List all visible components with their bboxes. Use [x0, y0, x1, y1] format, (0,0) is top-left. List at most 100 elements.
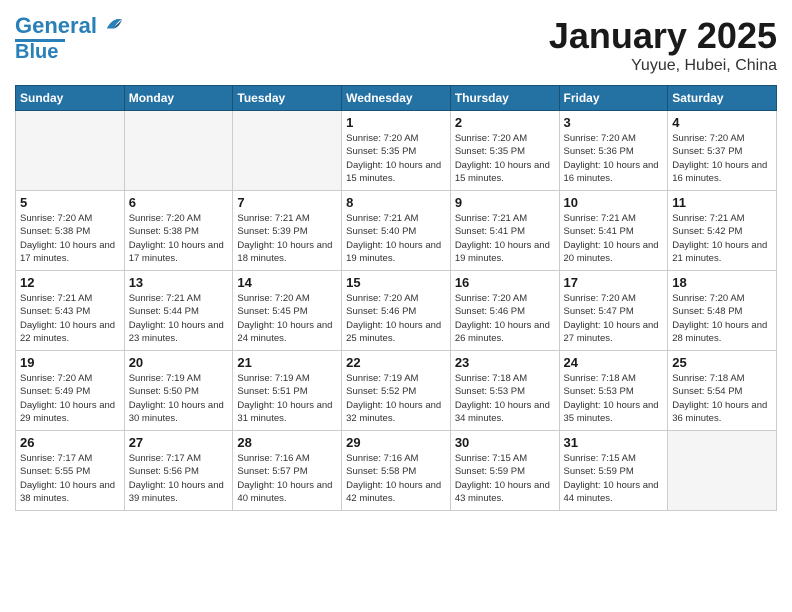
day-number: 10: [564, 195, 664, 210]
logo-text: General: [15, 15, 123, 37]
day-info: Sunrise: 7:20 AMSunset: 5:46 PMDaylight:…: [346, 292, 446, 345]
calendar-table: SundayMondayTuesdayWednesdayThursdayFrid…: [15, 85, 777, 511]
week-row-3: 12 Sunrise: 7:21 AMSunset: 5:43 PMDayligh…: [16, 271, 777, 351]
day-number: 3: [564, 115, 664, 130]
day-info: Sunrise: 7:21 AMSunset: 5:40 PMDaylight:…: [346, 212, 446, 265]
day-number: 29: [346, 435, 446, 450]
day-number: 20: [129, 355, 229, 370]
calendar-title: January 2025: [549, 15, 777, 57]
day-info: Sunrise: 7:21 AMSunset: 5:41 PMDaylight:…: [564, 212, 664, 265]
calendar-cell: [233, 111, 342, 191]
logo-blue-text: Blue: [15, 42, 58, 62]
header: General Blue January 2025 Yuyue, Hubei, …: [15, 15, 777, 75]
day-info: Sunrise: 7:20 AMSunset: 5:35 PMDaylight:…: [455, 132, 555, 185]
day-info: Sunrise: 7:18 AMSunset: 5:53 PMDaylight:…: [455, 372, 555, 425]
day-info: Sunrise: 7:20 AMSunset: 5:47 PMDaylight:…: [564, 292, 664, 345]
week-row-2: 5 Sunrise: 7:20 AMSunset: 5:38 PMDaylight…: [16, 191, 777, 271]
day-number: 2: [455, 115, 555, 130]
calendar-subtitle: Yuyue, Hubei, China: [549, 57, 777, 75]
calendar-header-row: SundayMondayTuesdayWednesdayThursdayFrid…: [16, 86, 777, 111]
logo-line1: General: [15, 15, 123, 37]
calendar-cell: 30 Sunrise: 7:15 AMSunset: 5:59 PMDayligh…: [450, 431, 559, 511]
day-info: Sunrise: 7:20 AMSunset: 5:38 PMDaylight:…: [129, 212, 229, 265]
day-number: 12: [20, 275, 120, 290]
header-tuesday: Tuesday: [233, 86, 342, 111]
day-info: Sunrise: 7:19 AMSunset: 5:50 PMDaylight:…: [129, 372, 229, 425]
day-info: Sunrise: 7:20 AMSunset: 5:46 PMDaylight:…: [455, 292, 555, 345]
calendar-cell: 19Sunrise: 7:20 AMSunset: 5:49 PMDayligh…: [16, 351, 125, 431]
day-number: 16: [455, 275, 555, 290]
day-number: 8: [346, 195, 446, 210]
calendar-cell: [16, 111, 125, 191]
day-info: Sunrise: 7:18 AMSunset: 5:53 PMDaylight:…: [564, 372, 664, 425]
day-info: Sunrise: 7:20 AMSunset: 5:37 PMDaylight:…: [672, 132, 772, 185]
day-number: 22: [346, 355, 446, 370]
calendar-cell: 1Sunrise: 7:20 AMSunset: 5:35 PMDaylight…: [342, 111, 451, 191]
title-block: January 2025 Yuyue, Hubei, China: [549, 15, 777, 75]
calendar-cell: 26 Sunrise: 7:17 AMSunset: 5:55 PMDayligh…: [16, 431, 125, 511]
day-number: 27: [129, 435, 229, 450]
day-number: 11: [672, 195, 772, 210]
day-number: 6: [129, 195, 229, 210]
page: General Blue January 2025 Yuyue, Hubei, …: [0, 0, 792, 612]
calendar-cell: 25Sunrise: 7:18 AMSunset: 5:54 PMDayligh…: [668, 351, 777, 431]
day-number: 25: [672, 355, 772, 370]
calendar-cell: 3 Sunrise: 7:20 AMSunset: 5:36 PMDaylight…: [559, 111, 668, 191]
day-info: Sunrise: 7:20 AMSunset: 5:38 PMDaylight:…: [20, 212, 120, 265]
calendar-cell: 23 Sunrise: 7:18 AMSunset: 5:53 PMDayligh…: [450, 351, 559, 431]
calendar-cell: 24Sunrise: 7:18 AMSunset: 5:53 PMDayligh…: [559, 351, 668, 431]
calendar-cell: 10 Sunrise: 7:21 AMSunset: 5:41 PMDayligh…: [559, 191, 668, 271]
day-info: Sunrise: 7:20 AMSunset: 5:36 PMDaylight:…: [564, 132, 664, 185]
day-info: Sunrise: 7:20 AMSunset: 5:48 PMDaylight:…: [672, 292, 772, 345]
day-number: 19: [20, 355, 120, 370]
calendar-cell: 7Sunrise: 7:21 AMSunset: 5:39 PMDaylight…: [233, 191, 342, 271]
calendar-cell: 27 Sunrise: 7:17 AMSunset: 5:56 PMDayligh…: [124, 431, 233, 511]
calendar-cell: 28Sunrise: 7:16 AMSunset: 5:57 PMDayligh…: [233, 431, 342, 511]
day-info: Sunrise: 7:19 AMSunset: 5:52 PMDaylight:…: [346, 372, 446, 425]
calendar-cell: [668, 431, 777, 511]
day-number: 14: [237, 275, 337, 290]
logo: General Blue: [15, 15, 123, 62]
header-saturday: Saturday: [668, 86, 777, 111]
calendar-cell: 31Sunrise: 7:15 AMSunset: 5:59 PMDayligh…: [559, 431, 668, 511]
header-sunday: Sunday: [16, 86, 125, 111]
day-number: 13: [129, 275, 229, 290]
header-wednesday: Wednesday: [342, 86, 451, 111]
day-number: 21: [237, 355, 337, 370]
day-info: Sunrise: 7:21 AMSunset: 5:44 PMDaylight:…: [129, 292, 229, 345]
calendar-cell: 16 Sunrise: 7:20 AMSunset: 5:46 PMDayligh…: [450, 271, 559, 351]
day-number: 15: [346, 275, 446, 290]
day-number: 7: [237, 195, 337, 210]
day-info: Sunrise: 7:17 AMSunset: 5:56 PMDaylight:…: [129, 452, 229, 505]
week-row-4: 19Sunrise: 7:20 AMSunset: 5:49 PMDayligh…: [16, 351, 777, 431]
header-thursday: Thursday: [450, 86, 559, 111]
calendar-cell: 17 Sunrise: 7:20 AMSunset: 5:47 PMDayligh…: [559, 271, 668, 351]
calendar-cell: 18Sunrise: 7:20 AMSunset: 5:48 PMDayligh…: [668, 271, 777, 351]
day-info: Sunrise: 7:15 AMSunset: 5:59 PMDaylight:…: [455, 452, 555, 505]
calendar-cell: [124, 111, 233, 191]
day-info: Sunrise: 7:21 AMSunset: 5:42 PMDaylight:…: [672, 212, 772, 265]
day-info: Sunrise: 7:21 AMSunset: 5:43 PMDaylight:…: [20, 292, 120, 345]
calendar-cell: 13 Sunrise: 7:21 AMSunset: 5:44 PMDayligh…: [124, 271, 233, 351]
day-info: Sunrise: 7:20 AMSunset: 5:35 PMDaylight:…: [346, 132, 446, 185]
calendar-cell: 4Sunrise: 7:20 AMSunset: 5:37 PMDaylight…: [668, 111, 777, 191]
calendar-cell: 2 Sunrise: 7:20 AMSunset: 5:35 PMDaylight…: [450, 111, 559, 191]
day-info: Sunrise: 7:16 AMSunset: 5:58 PMDaylight:…: [346, 452, 446, 505]
logo-bird-icon: [105, 15, 123, 33]
calendar-cell: 6 Sunrise: 7:20 AMSunset: 5:38 PMDaylight…: [124, 191, 233, 271]
day-number: 9: [455, 195, 555, 210]
day-number: 26: [20, 435, 120, 450]
logo-general: General: [15, 13, 97, 38]
day-info: Sunrise: 7:17 AMSunset: 5:55 PMDaylight:…: [20, 452, 120, 505]
day-number: 23: [455, 355, 555, 370]
day-number: 5: [20, 195, 120, 210]
calendar-cell: 15 Sunrise: 7:20 AMSunset: 5:46 PMDayligh…: [342, 271, 451, 351]
calendar-cell: 5 Sunrise: 7:20 AMSunset: 5:38 PMDaylight…: [16, 191, 125, 271]
header-monday: Monday: [124, 86, 233, 111]
calendar-cell: 11 Sunrise: 7:21 AMSunset: 5:42 PMDayligh…: [668, 191, 777, 271]
calendar-cell: 29 Sunrise: 7:16 AMSunset: 5:58 PMDayligh…: [342, 431, 451, 511]
day-number: 30: [455, 435, 555, 450]
day-number: 31: [564, 435, 664, 450]
calendar-cell: 8 Sunrise: 7:21 AMSunset: 5:40 PMDaylight…: [342, 191, 451, 271]
day-number: 17: [564, 275, 664, 290]
